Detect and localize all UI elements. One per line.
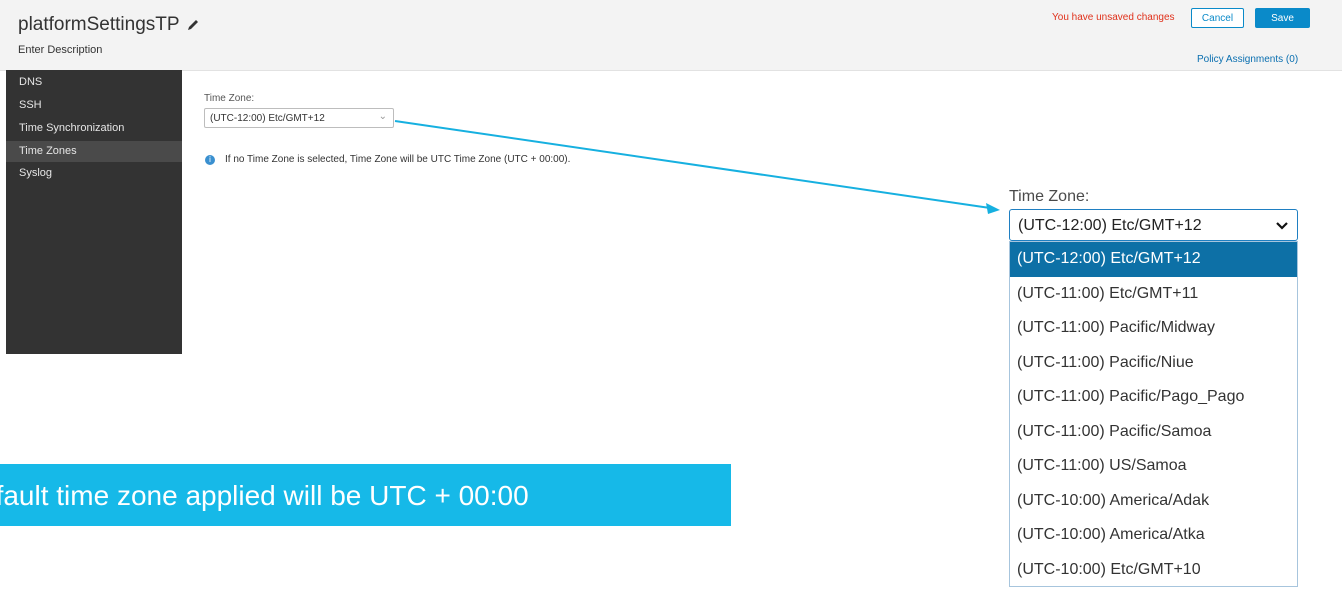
unsaved-changes-text: You have unsaved changes [1052,12,1175,23]
page-title: platformSettingsTP [18,14,180,35]
dropdown-option[interactable]: (UTC-12:00) Etc/GMT+12 [1010,242,1297,277]
zoomed-select-value: (UTC-12:00) Etc/GMT+12 [1018,217,1202,234]
save-button[interactable]: Save [1255,8,1310,28]
time-zone-select-value: (UTC-12:00) Etc/GMT+12 [210,113,325,124]
zoomed-time-zone-label: Time Zone: [1009,188,1090,205]
info-icon: i [205,155,215,165]
time-zone-label: Time Zone: [204,93,255,104]
sidebar-item-time-synchronization[interactable]: Time Synchronization [6,118,182,139]
zoomed-time-zone-select[interactable]: (UTC-12:00) Etc/GMT+12 [1009,209,1298,241]
sidebar: DNS SSH Time Synchronization Time Zones … [6,70,182,354]
description-field[interactable]: Enter Description [18,44,102,56]
dropdown-option[interactable]: (UTC-11:00) Etc/GMT+11 [1010,277,1297,312]
time-zone-select[interactable]: (UTC-12:00) Etc/GMT+12 ⌄ [204,108,394,128]
sidebar-item-syslog[interactable]: Syslog [6,163,182,184]
sidebar-item-dns[interactable]: DNS [6,72,182,93]
sidebar-item-ssh[interactable]: SSH [6,95,182,116]
header: platformSettingsTP Enter Description You… [0,0,1342,71]
dropdown-option[interactable]: (UTC-11:00) Pacific/Pago_Pago [1010,380,1297,415]
time-zone-dropdown-list: (UTC-12:00) Etc/GMT+12 (UTC-11:00) Etc/G… [1009,241,1298,587]
pencil-icon[interactable] [186,18,200,32]
chevron-down-icon [1276,222,1288,230]
callout-banner-text: efault time zone applied will be UTC + 0… [0,480,529,511]
dropdown-option[interactable]: (UTC-11:00) US/Samoa [1010,449,1297,484]
dropdown-option[interactable]: (UTC-10:00) America/Adak [1010,484,1297,519]
dropdown-option[interactable]: (UTC-11:00) Pacific/Niue [1010,346,1297,381]
policy-assignments-link[interactable]: Policy Assignments (0) [1197,54,1298,65]
cancel-button[interactable]: Cancel [1191,8,1244,28]
info-message: If no Time Zone is selected, Time Zone w… [225,154,571,165]
dropdown-option[interactable]: (UTC-11:00) Pacific/Samoa [1010,415,1297,450]
callout-banner: efault time zone applied will be UTC + 0… [0,464,731,526]
dropdown-option[interactable]: (UTC-11:00) Pacific/Midway [1010,311,1297,346]
dropdown-option[interactable]: (UTC-10:00) America/Atka [1010,518,1297,553]
sidebar-item-time-zones[interactable]: Time Zones [6,141,182,162]
dropdown-option[interactable]: (UTC-10:00) Etc/GMT+10 [1010,553,1297,588]
chevron-down-icon: ⌄ [378,111,387,122]
